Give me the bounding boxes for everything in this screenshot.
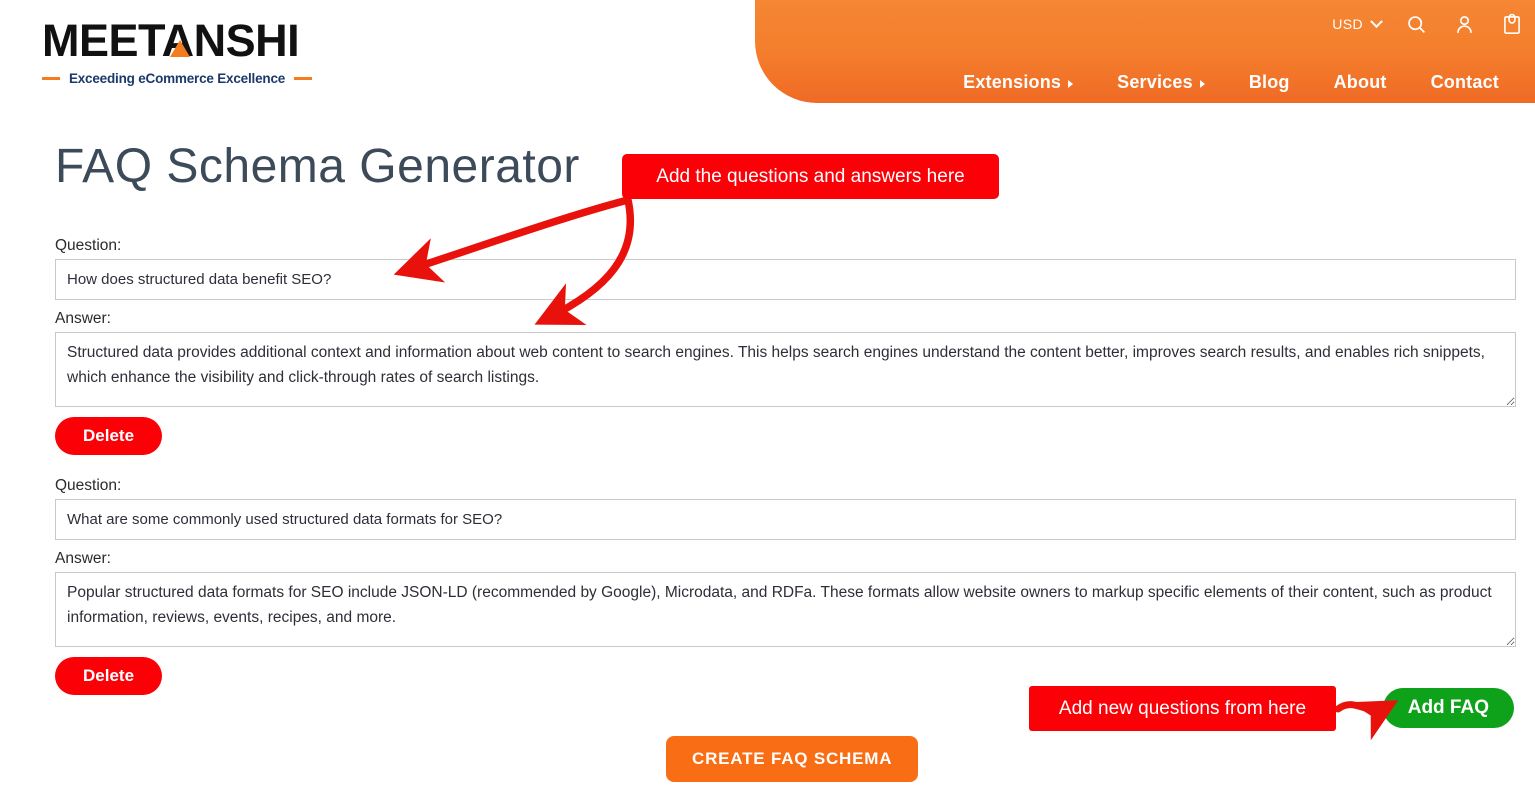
answer-label: Answer: [55,310,111,327]
answer-textarea[interactable]: Popular structured data formats for SEO … [55,572,1516,647]
answer-textarea[interactable]: Structured data provides additional cont… [55,332,1516,407]
annotation-callout-bottom: Add new questions from here [1029,686,1336,731]
logo-tagline-row: Exceeding eCommerce Excellence [42,71,312,86]
logo-tagline: Exceeding eCommerce Excellence [68,71,286,86]
search-icon[interactable] [1403,11,1429,37]
header-utility-row: USD [1332,8,1525,40]
question-input[interactable] [55,259,1516,300]
nav-item-about[interactable]: About [1312,72,1409,93]
logo-triangle-icon [170,40,190,57]
delete-button[interactable]: Delete [55,417,163,455]
nav-label: Blog [1248,72,1290,92]
question-label: Question: [55,237,122,254]
question-input[interactable] [55,499,1516,540]
delete-button[interactable]: Delete [55,657,163,695]
faq-form: Question: Answer: Structured data provid… [55,236,1516,695]
nav-item-extensions[interactable]: Extensions [941,72,1095,93]
question-label: Question: [55,477,122,494]
nav-label: Extensions [963,72,1062,92]
logo-rule-right [294,77,312,80]
user-account-icon[interactable] [1451,11,1477,37]
chevron-down-icon [1370,14,1383,28]
currency-label: USD [1332,16,1363,32]
logo-rule-left [42,77,60,80]
add-faq-button[interactable]: Add FAQ [1382,688,1514,728]
nav-label: About [1333,72,1387,92]
faq-block: Question: Answer: Structured data provid… [55,236,1516,455]
currency-selector[interactable]: USD [1332,14,1383,32]
nav-label: Contact [1430,72,1499,92]
caret-right-icon [1199,79,1205,88]
caret-right-icon [1068,79,1074,88]
page-root: MEETANSHI Exceeding eCommerce Excellence… [0,0,1535,792]
annotation-callout-top: Add the questions and answers here [622,154,999,199]
main-navigation: Extensions Services Blog About Contact [941,72,1521,93]
site-logo[interactable]: MEETANSHI Exceeding eCommerce Excellence [42,18,312,90]
nav-label: Services [1117,72,1193,92]
faq-block: Question: Answer: Popular structured dat… [55,476,1516,695]
shopping-bag-icon[interactable] [1499,11,1525,37]
annotation-arrow-to-add-faq [1334,700,1399,741]
page-title: FAQ Schema Generator [55,140,580,193]
create-faq-schema-button[interactable]: CREATE FAQ SCHEMA [666,736,919,782]
answer-label: Answer: [55,550,111,567]
site-header: USD Extensions Services Blog About Conta… [755,0,1535,103]
nav-item-contact[interactable]: Contact [1409,72,1521,93]
nav-item-blog[interactable]: Blog [1227,72,1312,93]
nav-item-services[interactable]: Services [1095,72,1227,93]
